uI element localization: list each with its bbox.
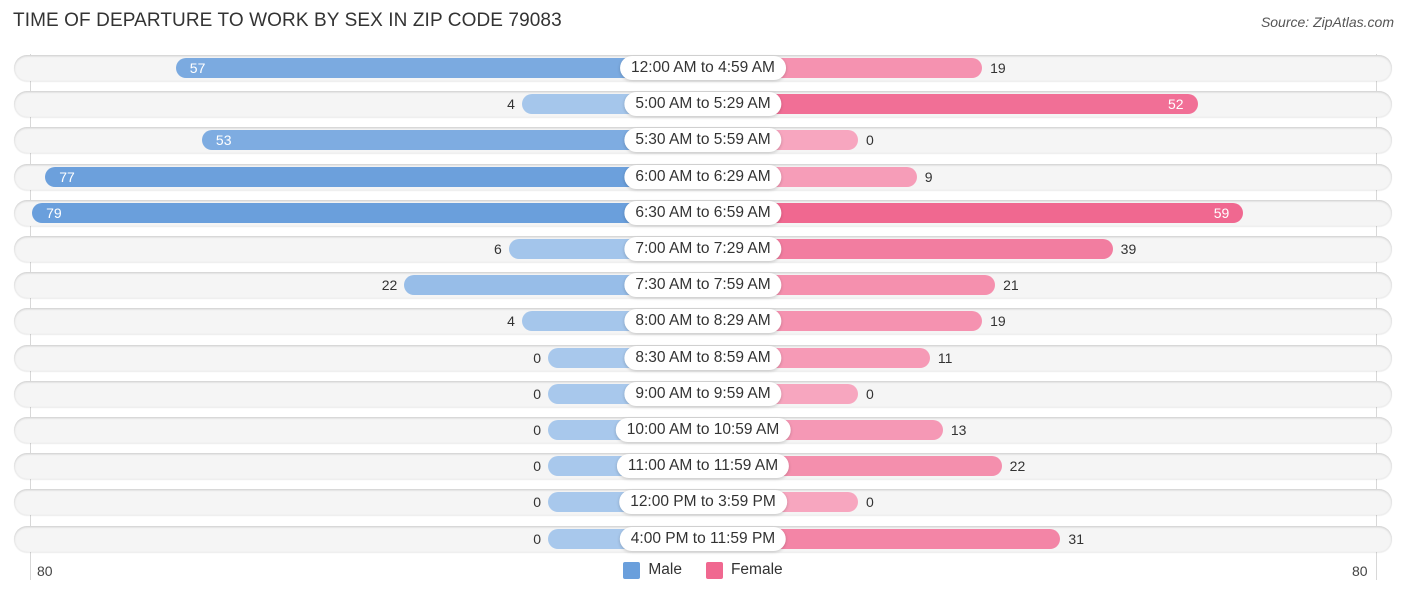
value-label-female: 19 (990, 60, 1006, 76)
value-label-female: 21 (1003, 277, 1019, 294)
value-label-male: 0 (533, 494, 541, 511)
value-label-male: 0 (533, 530, 541, 547)
category-label: 10:00 AM to 10:59 AM (615, 418, 791, 442)
value-label-female: 0 (866, 494, 874, 511)
category-label: 7:30 AM to 7:59 AM (624, 273, 782, 298)
value-label-female: 39 (1120, 241, 1137, 257)
legend-swatch-female (705, 561, 723, 579)
category-label: 8:30 AM to 8:59 AM (624, 345, 782, 370)
legend-item-male: Male (623, 561, 682, 579)
legend-swatch-male (623, 561, 641, 579)
value-label-male: 0 (533, 385, 541, 402)
value-label-female: 22 (1009, 458, 1026, 475)
category-label: 6:30 AM to 6:59 AM (624, 200, 782, 225)
value-label-female: 0 (866, 132, 874, 149)
category-label: 12:00 PM to 3:59 PM (619, 490, 787, 515)
value-label-female: 0 (866, 385, 874, 402)
value-label-male: 4 (507, 313, 515, 330)
legend-item-female: Female (705, 561, 783, 579)
value-label-female: 59 (1213, 204, 1230, 221)
bar-male (45, 166, 703, 187)
value-label-female: 19 (990, 313, 1006, 330)
value-label-male: 0 (533, 349, 541, 366)
bar-male (32, 202, 703, 223)
value-label-female: 13 (950, 422, 967, 438)
category-label: 4:00 PM to 11:59 PM (619, 526, 787, 551)
legend: Male Female (0, 561, 1406, 579)
value-label-male: 22 (381, 277, 398, 294)
category-label: 11:00 AM to 11:59 AM (616, 454, 790, 479)
bar-female (703, 202, 1244, 223)
legend-label-female: Female (730, 561, 783, 578)
value-label-male: 77 (59, 168, 75, 185)
category-label: 5:00 AM to 5:29 AM (624, 92, 782, 117)
value-label-female: 31 (1068, 530, 1084, 547)
legend-label-male: Male (648, 561, 682, 578)
chart-area: 57 19 12:00 AM to 4:59 AM 4 52 5:00 AM to 5:2… (0, 0, 1406, 594)
category-label: 6:00 AM to 6:29 AM (624, 164, 782, 189)
value-label-male: 4 (507, 96, 515, 113)
value-label-male: 53 (215, 132, 232, 149)
category-label: 8:00 AM to 8:29 AM (624, 309, 782, 334)
category-label: 7:00 AM to 7:29 AM (624, 237, 782, 261)
category-label: 9:00 AM to 9:59 AM (624, 381, 782, 406)
value-label-male: 0 (533, 422, 541, 438)
value-label-male: 79 (46, 204, 62, 221)
value-label-female: 52 (1167, 96, 1184, 113)
value-label-male: 57 (189, 60, 206, 76)
value-label-female: 11 (937, 349, 953, 366)
category-label: 5:30 AM to 5:59 AM (624, 128, 782, 153)
category-label: 12:00 AM to 4:59 AM (620, 56, 786, 80)
value-label-female: 9 (924, 168, 933, 185)
value-label-male: 0 (533, 458, 541, 475)
value-label-male: 6 (494, 241, 502, 257)
